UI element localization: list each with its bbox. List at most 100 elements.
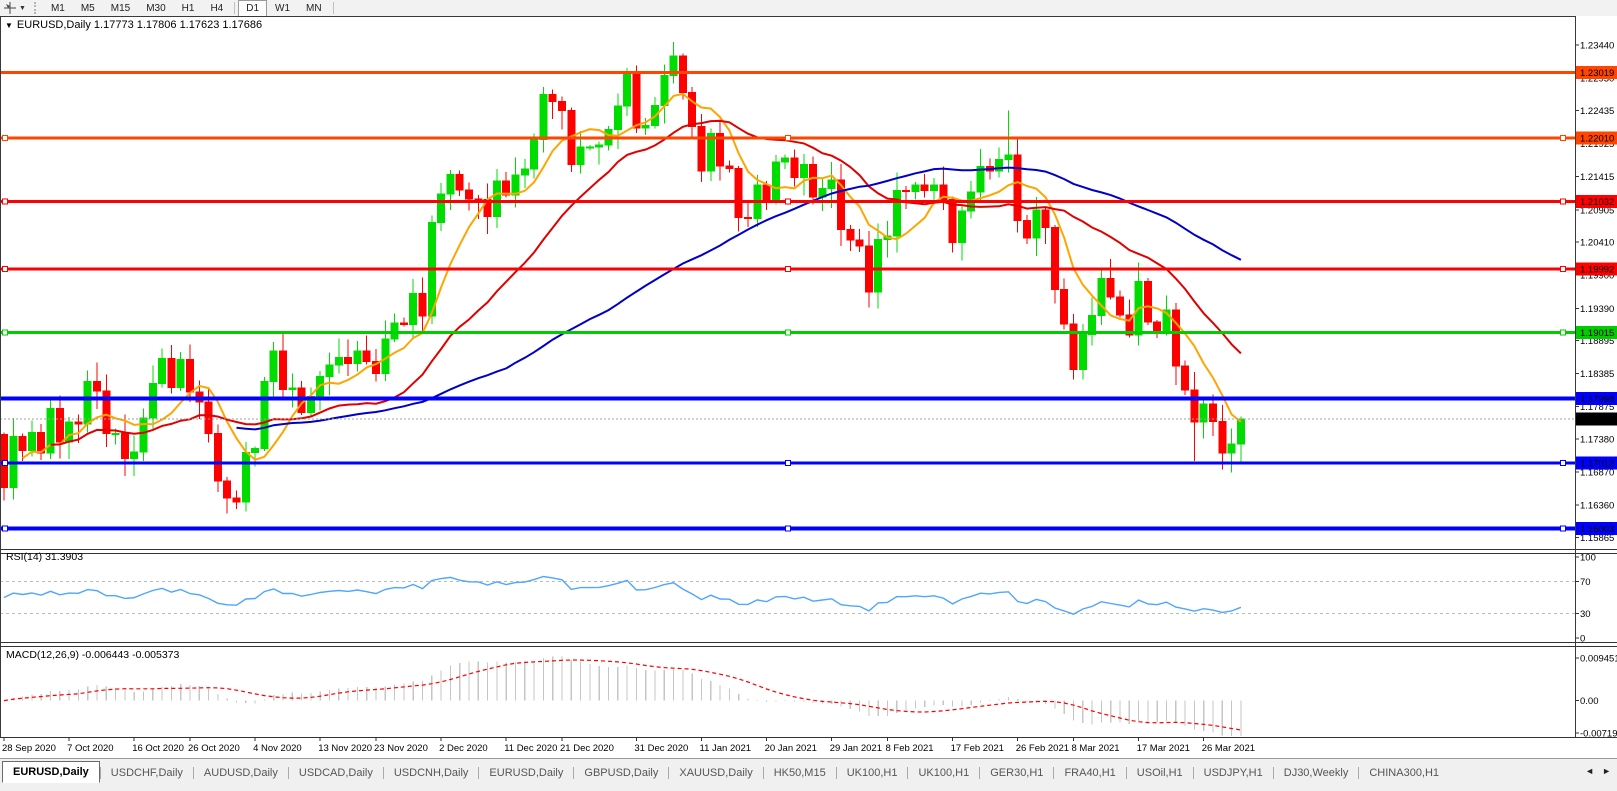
chart-tab-usdcnh-daily[interactable]: USDCNH,Daily [384, 764, 479, 783]
pane-frames [0, 16, 1617, 738]
date-axis-label: 26 Oct 2020 [188, 743, 240, 754]
current-price-badge: 1.17686 [1580, 415, 1614, 426]
date-axis-label: 17 Feb 2021 [951, 743, 1004, 754]
chart-tab-usdcad-daily[interactable]: USDCAD,Daily [289, 764, 383, 783]
price-axis-tick: 1.23440 [1580, 41, 1614, 52]
toolbar-grip[interactable] [34, 2, 39, 14]
date-axis-label: 17 Mar 2021 [1137, 743, 1190, 754]
chart-tabs: EURUSD,DailyUSDCHF,DailyAUDUSD,DailyUSDC… [2, 759, 1579, 783]
price-axis-tick: 1.21415 [1580, 172, 1614, 183]
crosshair-icon [4, 2, 17, 14]
date-axis-label: 28 Sep 2020 [2, 743, 56, 754]
rsi-indicator-label: RSI(14) 31.3903 [6, 551, 83, 563]
date-axis-label: 23 Nov 2020 [374, 743, 428, 754]
chart-area[interactable]: 1.234401.229301.224351.219251.214151.209… [0, 16, 1617, 758]
chart-tab-fra40-h1[interactable]: FRA40,H1 [1054, 764, 1125, 783]
date-axis-label: 16 Oct 2020 [132, 743, 184, 754]
level-price-badge: 1.23019 [1580, 68, 1614, 79]
date-axis: 28 Sep 2020 7 Oct 2020 16 Oct 2020 26 Oct 2… [2, 737, 1255, 754]
chart-tab-usdchf-daily[interactable]: USDCHF,Daily [101, 764, 193, 783]
price-axis-tick: 1.17380 [1580, 434, 1614, 445]
level-price-badge: 1.21032 [1580, 197, 1614, 208]
timeframe-button-mn[interactable]: MN [298, 0, 330, 17]
macd-histogram [4, 656, 1241, 736]
date-axis-label: 11 Jan 2021 [700, 743, 752, 754]
price-level-badges: 1.23019 1.22010 1.21032 1.19992 1.19015 1.179… [1576, 66, 1617, 535]
date-axis-label: 7 Oct 2020 [67, 743, 113, 754]
macd-axis-tick: 0.009451 [1580, 654, 1617, 665]
price-axis-tick: 1.19390 [1580, 304, 1614, 315]
chart-tab-hk50-m15[interactable]: HK50,M15 [764, 764, 836, 783]
date-axis-label: 8 Mar 2021 [1072, 743, 1120, 754]
date-axis-label: 20 Jan 2021 [765, 743, 817, 754]
chart-tab-eurusd-daily[interactable]: EURUSD,Daily [479, 764, 573, 783]
chart-tab-uk100-h1[interactable]: UK100,H1 [837, 764, 908, 783]
chart-tab-usoil-h1[interactable]: USOil,H1 [1127, 764, 1193, 783]
timeframe-button-h4[interactable]: H4 [202, 0, 231, 17]
date-axis-label: 31 Dec 2020 [634, 743, 688, 754]
rsi-axis-tick: 30 [1580, 609, 1591, 620]
chart-title-text: EURUSD,Daily 1.17773 1.17806 1.17623 1.1… [17, 19, 262, 31]
timeframe-button-m5[interactable]: M5 [73, 0, 103, 17]
toolbar-separator [333, 2, 334, 14]
rsi-axis-tick: 100 [1580, 553, 1596, 564]
macd-axis: 0.009451 0.00 -0.00719 [1575, 654, 1617, 740]
timeframe-button-w1[interactable]: W1 [267, 0, 298, 17]
terminal-window: ▼ M1M5M15M30H1H4D1W1MN 1.234401.229301.2… [0, 0, 1617, 791]
timeframe-button-m15[interactable]: M15 [103, 0, 138, 17]
chart-tab-xauusd-daily[interactable]: XAUUSD,Daily [669, 764, 762, 783]
rsi-axis-tick: 70 [1580, 577, 1591, 588]
price-axis-tick: 1.18385 [1580, 369, 1614, 380]
chart-tab-usdjpy-h1[interactable]: USDJPY,H1 [1194, 764, 1273, 783]
timeframe-button-m1[interactable]: M1 [43, 0, 73, 17]
date-axis-label: 2 Dec 2020 [439, 743, 488, 754]
level-price-badge: 1.17012 [1580, 458, 1614, 469]
timeframe-button-h1[interactable]: H1 [174, 0, 203, 17]
level-price-badge: 1.19015 [1580, 328, 1614, 339]
level-price-badge: 1.22010 [1580, 133, 1614, 144]
crosshair-tool-button[interactable]: ▼ [0, 0, 30, 16]
date-axis-label: 4 Nov 2020 [253, 743, 302, 754]
date-axis-label: 13 Nov 2020 [318, 743, 372, 754]
macd-indicator-label: MACD(12,26,9) -0.006443 -0.005373 [6, 649, 179, 661]
moving-average-21 [51, 121, 1241, 445]
date-axis-label: 11 Dec 2020 [504, 743, 557, 754]
level-price-badge: 1.16003 [1580, 524, 1614, 535]
macd-axis-tick: -0.00719 [1580, 728, 1617, 739]
chart-tab-audusd-daily[interactable]: AUDUSD,Daily [194, 764, 288, 783]
price-axis-tick: 1.16360 [1580, 501, 1614, 512]
chart-tab-china300-h1[interactable]: CHINA300,H1 [1359, 764, 1449, 783]
chart-tab-gbpusd-daily[interactable]: GBPUSD,Daily [574, 764, 668, 783]
chart-tab-bar: EURUSD,DailyUSDCHF,DailyAUDUSD,DailyUSDC… [0, 758, 1617, 791]
chart-tab-ger30-h1[interactable]: GER30,H1 [980, 764, 1053, 783]
timeframe-buttons: M1M5M15M30H1H4 D1W1MN [43, 0, 337, 17]
chart-tab-eurusd-daily[interactable]: EURUSD,Daily [2, 761, 100, 783]
chart-tab-dj30-weekly[interactable]: DJ30,Weekly [1274, 764, 1359, 783]
timeframe-button-m30[interactable]: M30 [138, 0, 173, 17]
date-axis-label: 8 Feb 2021 [886, 743, 934, 754]
chevron-down-icon[interactable]: ▼ [19, 5, 26, 12]
rsi-line [4, 577, 1241, 615]
chart-title: ▼ EURUSD,Daily 1.17773 1.17806 1.17623 1.… [5, 19, 262, 31]
chart-tab-uk100-h1[interactable]: UK100,H1 [908, 764, 979, 783]
toolbar-separator [234, 2, 235, 14]
macd-axis-tick: 0.00 [1580, 696, 1599, 707]
rsi-axis: 100 70 30 0 [1575, 553, 1596, 645]
price-axis-tick: 1.22435 [1580, 106, 1614, 117]
level-price-badge: 1.17998 [1580, 394, 1614, 405]
tab-scroll-right-button[interactable]: ► [1602, 766, 1611, 776]
rsi-axis-tick: 0 [1580, 634, 1585, 645]
date-axis-label: 21 Dec 2020 [560, 743, 614, 754]
price-chart-canvas: 1.234401.229301.224351.219251.214151.209… [0, 16, 1617, 758]
tab-scroll-controls: ◄ ► [1579, 759, 1617, 783]
price-axis-tick: 1.20410 [1580, 237, 1614, 248]
date-axis-label: 26 Feb 2021 [1016, 743, 1069, 754]
symbol-caret-icon[interactable]: ▼ [5, 21, 13, 30]
timeframe-toolbar: ▼ M1M5M15M30H1H4 D1W1MN [0, 0, 1617, 17]
level-price-badge: 1.19992 [1580, 265, 1614, 276]
timeframe-button-d1[interactable]: D1 [238, 0, 267, 17]
date-axis-label: 29 Jan 2021 [830, 743, 882, 754]
tab-scroll-left-button[interactable]: ◄ [1585, 766, 1594, 776]
candlesticks [1, 42, 1245, 514]
date-axis-label: 26 Mar 2021 [1202, 743, 1255, 754]
